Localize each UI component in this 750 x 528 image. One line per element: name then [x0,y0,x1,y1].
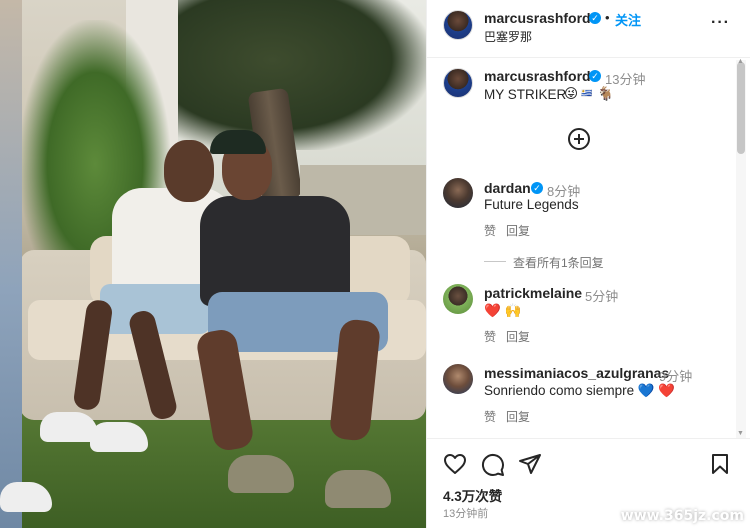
comment-username[interactable]: dardan [484,180,531,196]
caption-flag: 🇺🇾 [581,88,593,98]
photo-shoe [90,422,148,452]
bookmark-icon[interactable] [710,453,730,475]
comments-scrollbar-thumb[interactable] [737,62,745,154]
plus-circle-icon[interactable] [568,128,590,150]
verified-badge-icon: ✓ [589,70,601,82]
comment-reply-button[interactable]: 回复 [506,222,530,239]
comment-icon[interactable] [481,453,505,477]
more-icon[interactable]: ··· [711,14,730,32]
comment-text: Future Legends [484,197,579,212]
comment-text: ❤️ 🙌 [484,303,522,318]
post-sidebar: marcusrashford ✓ • 关注 巴塞罗那 ··· marcusras… [426,0,750,528]
verified-badge-icon: ✓ [531,182,543,194]
comment-time: 5分钟 [585,289,619,304]
comment-text: Sonriendo como siempre 💙 ❤️ [484,383,676,398]
caption-username[interactable]: marcusrashford [484,68,591,84]
photo-sneaker [228,455,294,493]
comment-like-button[interactable]: 赞 [484,222,496,239]
comment-avatar[interactable] [443,364,473,394]
caption-emoji: 😜 [564,86,579,101]
owner-username[interactable]: marcusrashford [484,10,591,26]
photo-cap [210,130,266,154]
photo-person-right-shirt [200,196,350,306]
caption-extra-emoji: 🐐 [597,86,614,101]
share-icon[interactable] [518,453,542,475]
photo-person-edge [0,0,22,528]
comment-avatar[interactable] [443,284,473,314]
separator-dot: • [605,10,610,25]
comment-like-button[interactable]: 赞 [484,408,496,425]
like-count[interactable]: 4.3万次赞 [443,485,502,505]
caption-avatar[interactable] [443,68,473,98]
caption-text: MY STRIKER [484,87,567,102]
site-watermark: www.365jz.com [620,508,744,524]
comment-reply-button[interactable]: 回复 [506,408,530,425]
comment-avatar[interactable] [443,178,473,208]
post-photo[interactable] [0,0,426,528]
photo-tree [170,0,426,150]
comment-username[interactable]: patrickmelaine [484,285,582,301]
verified-badge-icon: ✓ [589,12,601,24]
comments-list[interactable]: marcusrashford ✓ 13分钟 MY STRIKER 😜 🇺🇾 🐐 … [427,58,750,438]
reply-divider [484,261,506,262]
post-header: marcusrashford ✓ • 关注 巴塞罗那 ··· [427,0,750,58]
heart-icon[interactable] [443,453,467,475]
view-replies-button[interactable]: 查看所有1条回复 [513,254,604,271]
comment-like-button[interactable]: 赞 [484,328,496,345]
scroll-down-arrow-icon[interactable]: ▼ [737,430,744,437]
photo-person-left-head [164,140,214,202]
post-location[interactable]: 巴塞罗那 [484,28,532,45]
post-age: 13分钟前 [443,508,489,520]
photo-shoe [0,482,52,512]
comment-reply-button[interactable]: 回复 [506,328,530,345]
photo-sneaker [325,470,391,508]
scroll-up-arrow-icon[interactable]: ▲ [737,58,744,65]
owner-avatar[interactable] [443,10,473,40]
comment-username[interactable]: messimaniacos_azulgranas [484,365,669,381]
follow-button[interactable]: 关注 [615,10,641,29]
